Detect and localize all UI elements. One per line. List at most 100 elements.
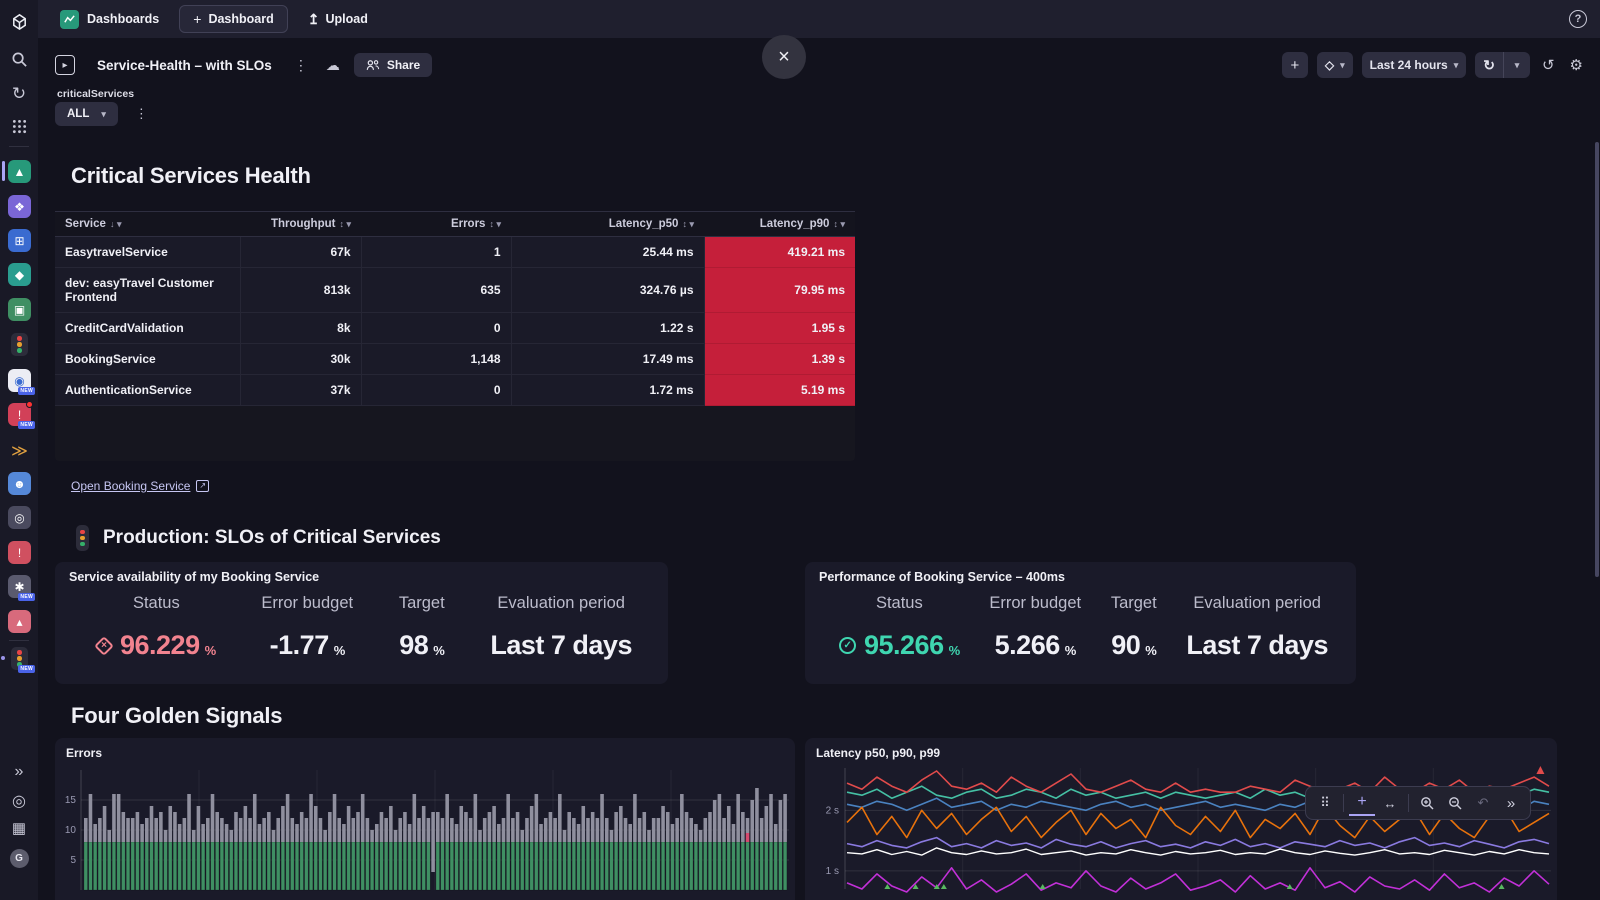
search-icon[interactable] (7, 47, 31, 71)
history-icon[interactable]: ↺ (1539, 56, 1558, 74)
error-budget-label: Error budget (261, 594, 353, 613)
extensions-app[interactable]: ⊞ (8, 229, 31, 252)
errors-chart-title: Errors (55, 738, 795, 760)
zoom-in-icon[interactable] (1414, 790, 1440, 816)
dashboard-content: ▸ Service-Health – with SLOs ⋮ ☁ Share +… (38, 38, 1600, 900)
error-budget-value: -1.77 (270, 630, 329, 661)
value-cell: 813k (240, 268, 361, 313)
value-cell: 1.22 s (511, 313, 704, 344)
chevron-down-icon: ▾ (1454, 60, 1459, 71)
usage-summary-icon[interactable]: ▦ (7, 816, 31, 840)
notebooks-app[interactable]: ◉NEW (8, 369, 31, 392)
table-row[interactable]: BookingService30k1,14817.49 ms1.39 s (55, 344, 855, 375)
settings-gear-icon[interactable]: ⚙ (1567, 56, 1586, 74)
value-cell: 17.49 ms (511, 344, 704, 375)
vertical-scrollbar[interactable] (1595, 142, 1599, 577)
value-cell: 635 (361, 268, 511, 313)
undo-zoom-icon[interactable]: ↶ (1470, 790, 1496, 816)
session-replay-icon[interactable]: ↻ (7, 82, 31, 106)
table-row[interactable]: dev: easyTravel Customer Frontend813k635… (55, 268, 855, 313)
dashboard-type-icon: ▸ (55, 55, 75, 75)
value-cell: 5.19 ms (704, 375, 855, 406)
help-icon[interactable]: ? (1569, 10, 1587, 28)
time-range-selector[interactable]: Last 24 hours ▾ (1362, 52, 1467, 78)
svg-text:10: 10 (65, 825, 77, 836)
value-cell: 37k (240, 375, 361, 406)
sync-status-icon[interactable]: ☁ (326, 57, 340, 74)
support-icon[interactable]: ◎ (7, 789, 31, 813)
close-button[interactable]: × (762, 35, 806, 79)
column-header-throughput[interactable]: Throughput↕ ▾ (240, 212, 361, 237)
dashboards-app-label: Dashboards (87, 12, 159, 26)
service-cell: BookingService (55, 344, 240, 375)
table-row[interactable]: AuthenticationService37k01.72 ms5.19 ms (55, 375, 855, 406)
refresh-options-button[interactable]: ▾ (1504, 52, 1530, 78)
new-badge: NEW (18, 387, 35, 395)
dashboards-app[interactable]: ▲ (8, 160, 31, 183)
critical-services-filter[interactable]: ALL ▾ (55, 102, 118, 126)
column-header-errors[interactable]: Errors↕ ▾ (361, 212, 511, 237)
copilot-app[interactable]: ☻ (8, 472, 31, 495)
service-cell: CreditCardValidation (55, 313, 240, 344)
refresh-button[interactable]: ↻ (1475, 52, 1504, 78)
target-label: Target (1111, 594, 1157, 613)
dynatrace-logo-icon[interactable] (7, 9, 31, 33)
expand-sidebar-icon[interactable]: » (7, 760, 31, 784)
add-tile-button[interactable]: + (1282, 52, 1308, 78)
column-header-service[interactable]: Service↓ ▾ (55, 212, 240, 237)
more-tools-icon[interactable]: » (1498, 790, 1524, 816)
latency-chart-card: Latency p50, p90, p99 1 s2 s ⠿ + ↔ ↶ » (805, 738, 1557, 900)
workflows-app[interactable]: ≫ (8, 439, 31, 462)
filter-menu-icon[interactable]: ⋮ (132, 106, 151, 122)
chevron-down-icon: ▾ (1515, 60, 1520, 71)
problems-app[interactable]: !NEW (8, 403, 31, 426)
service-cell: EasytravelService (55, 237, 240, 268)
error-budget-label: Error budget (989, 594, 1081, 613)
drag-handle-icon[interactable]: ⠿ (1312, 790, 1338, 816)
value-cell: 0 (361, 375, 511, 406)
synthetic-app[interactable]: ◆ (8, 263, 31, 286)
percent-sign: % (334, 643, 345, 661)
dashboard-title: Service-Health – with SLOs (97, 58, 272, 73)
svg-text:2 s: 2 s (826, 805, 839, 816)
zoom-out-icon[interactable] (1442, 790, 1468, 816)
column-header-latency_p90[interactable]: Latency_p90↕ ▾ (704, 212, 855, 237)
upload-button[interactable]: ↥ Upload (308, 11, 368, 28)
hub-app[interactable]: ◎ (8, 506, 31, 529)
variables-button[interactable]: ◇ ▾ (1317, 52, 1353, 78)
alerts-app[interactable]: ! (8, 541, 31, 564)
target-label: Target (399, 594, 445, 613)
pan-horizontal-icon[interactable]: ↔ (1377, 790, 1403, 816)
status-value: 96.229 (120, 630, 200, 661)
plus-icon: + (193, 11, 201, 27)
slo-card-title: Service availability of my Booking Servi… (69, 570, 654, 584)
active-app-indicator (2, 161, 5, 181)
value-cell: 67k (240, 237, 361, 268)
tab-dashboard[interactable]: + Dashboard (179, 5, 287, 33)
dashboards-app-home[interactable]: Dashboards (60, 10, 159, 29)
value-cell: 1.72 ms (511, 375, 704, 406)
value-cell: 0 (361, 313, 511, 344)
target-value: 98 (399, 630, 428, 661)
slo-new-app[interactable]: NEW (8, 647, 31, 670)
status-label: Status (839, 594, 960, 613)
value-cell: 30k (240, 344, 361, 375)
kubernetes-app[interactable]: ▣ (8, 298, 31, 321)
link-label[interactable]: Open Booking Service (71, 479, 190, 493)
table-row[interactable]: CreditCardValidation8k01.22 s1.95 s (55, 313, 855, 344)
services-app[interactable]: ❖ (8, 195, 31, 218)
crosshair-select-icon[interactable]: + (1349, 790, 1375, 816)
share-button[interactable]: Share (354, 53, 432, 77)
dashboard-menu-icon[interactable]: ⋮ (294, 57, 308, 74)
table-row[interactable]: EasytravelService67k125.44 ms419.21 ms (55, 237, 855, 268)
column-header-latency_p50[interactable]: Latency_p50↕ ▾ (511, 212, 704, 237)
open-booking-service-link[interactable]: Open Booking Service ↗ (71, 479, 209, 493)
apps-grid-icon[interactable] (7, 114, 31, 138)
svg-text:5: 5 (70, 855, 76, 866)
user-avatar[interactable]: G (7, 846, 31, 870)
evaluation-period-label: Evaluation period (490, 594, 632, 613)
value-cell: 419.21 ms (704, 237, 855, 268)
settings-app[interactable]: ✱NEW (8, 575, 31, 598)
slo-app[interactable] (8, 333, 31, 356)
launch-app[interactable]: ▴ (8, 610, 31, 633)
